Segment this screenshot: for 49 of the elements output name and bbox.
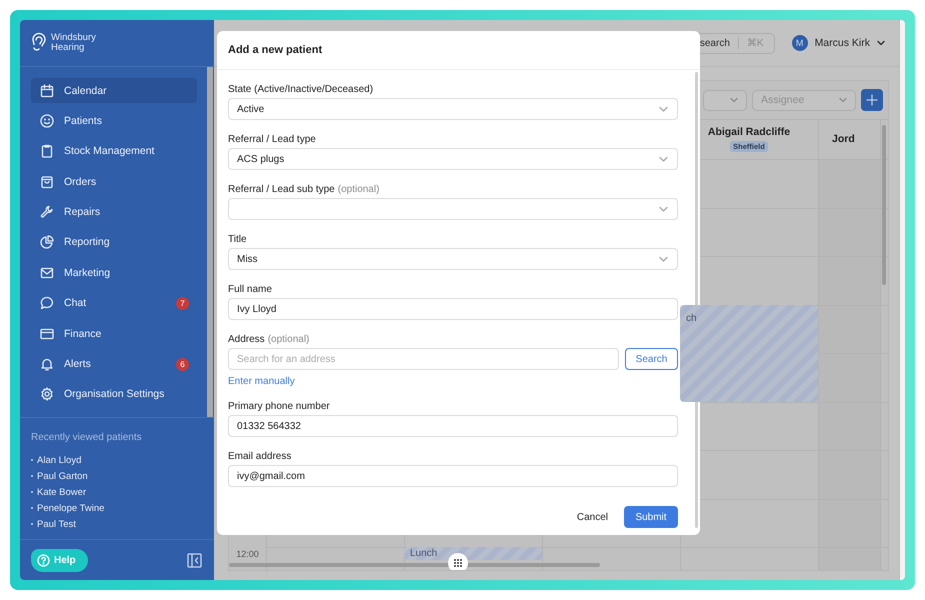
nav-item[interactable]: Orders	[31, 169, 197, 194]
input-field[interactable]: ivy@gmail.com	[228, 465, 678, 487]
nav-item[interactable]: Marketing	[31, 260, 197, 286]
optional-hint: (optional)	[338, 184, 380, 195]
nav-item[interactable]: Stock Management	[31, 138, 197, 164]
patient-link[interactable]: Alan Lloyd	[31, 452, 203, 468]
search-button[interactable]: Search	[625, 348, 678, 370]
time-label: 12:00	[236, 549, 259, 560]
select-field[interactable]: ACS plugs	[228, 148, 678, 170]
event-block[interactable]: Lunch	[404, 547, 542, 560]
patient-link[interactable]: Paul Garton	[31, 468, 203, 484]
column-header: Abigail Radcliffe	[708, 126, 790, 138]
submit-button[interactable]: Submit	[624, 506, 678, 528]
enter-manually-link[interactable]: Enter manually	[228, 376, 295, 387]
dialog-title: Add a new patient	[217, 31, 700, 70]
count-badge: 7	[176, 296, 189, 310]
select-field[interactable]: Active	[228, 98, 678, 120]
nav-item[interactable]: Chat 7	[31, 290, 197, 316]
column-header: Jord	[832, 133, 855, 145]
patient-link[interactable]: Kate Bower	[31, 484, 203, 500]
nav-item[interactable]: Alerts 6	[31, 352, 197, 377]
logo-line: Hearing	[51, 43, 86, 53]
logo-line: Windsbury	[51, 33, 96, 43]
nav-item[interactable]: Patients	[31, 108, 197, 134]
field-label: Email address	[228, 451, 292, 462]
field-label: Referral / Lead sub type	[228, 184, 335, 195]
input-field[interactable]: 01332 564332	[228, 415, 678, 437]
nav-item[interactable]: Repairs	[31, 200, 197, 225]
field-label: Primary phone number	[228, 401, 330, 412]
user-menu[interactable]: M Marcus Kirk	[792, 35, 885, 51]
count-badge: 6	[176, 358, 189, 371]
field-label: Address	[228, 334, 265, 345]
nav-item[interactable]: Calendar	[31, 78, 197, 103]
cancel-button[interactable]: Cancel	[572, 508, 612, 526]
avatar: M	[792, 35, 808, 51]
field-label: Full name	[228, 284, 272, 295]
input-field[interactable]: Ivy Lloyd	[228, 298, 678, 320]
select-field[interactable]: Miss	[228, 248, 678, 270]
patient-link[interactable]: Paul Test	[31, 516, 203, 532]
optional-hint: (optional)	[268, 334, 310, 345]
field-label: State (Active/Inactive/Deceased)	[228, 84, 374, 95]
patient-link[interactable]: Penelope Twine	[31, 500, 203, 516]
nav-item[interactable]: Organisation Settings	[31, 382, 197, 407]
nav-item[interactable]: Reporting	[31, 230, 197, 255]
event-block[interactable]: ch	[680, 304, 818, 402]
nav-item[interactable]: Finance	[31, 321, 197, 346]
field-label: Title	[228, 234, 247, 245]
section-title: Recently viewed patients	[31, 432, 143, 443]
field-label: Referral / Lead type	[228, 134, 316, 145]
